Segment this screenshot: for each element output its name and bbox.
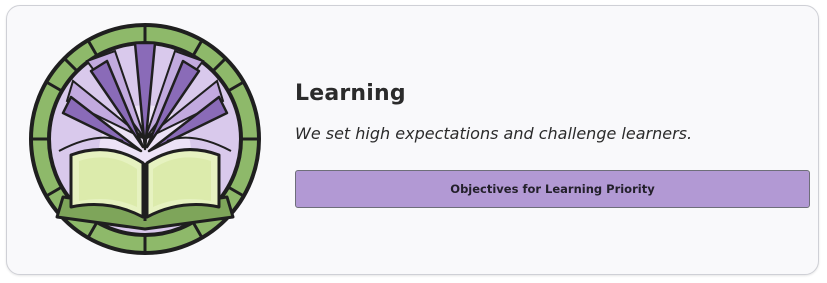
learning-priority-card: Learning We set high expectations and ch… [6,5,819,275]
objectives-button[interactable]: Objectives for Learning Priority [295,170,810,208]
page-title: Learning [295,81,406,106]
open-book-stained-glass-icon [27,21,263,257]
priority-tagline: We set high expectations and challenge l… [295,124,693,143]
